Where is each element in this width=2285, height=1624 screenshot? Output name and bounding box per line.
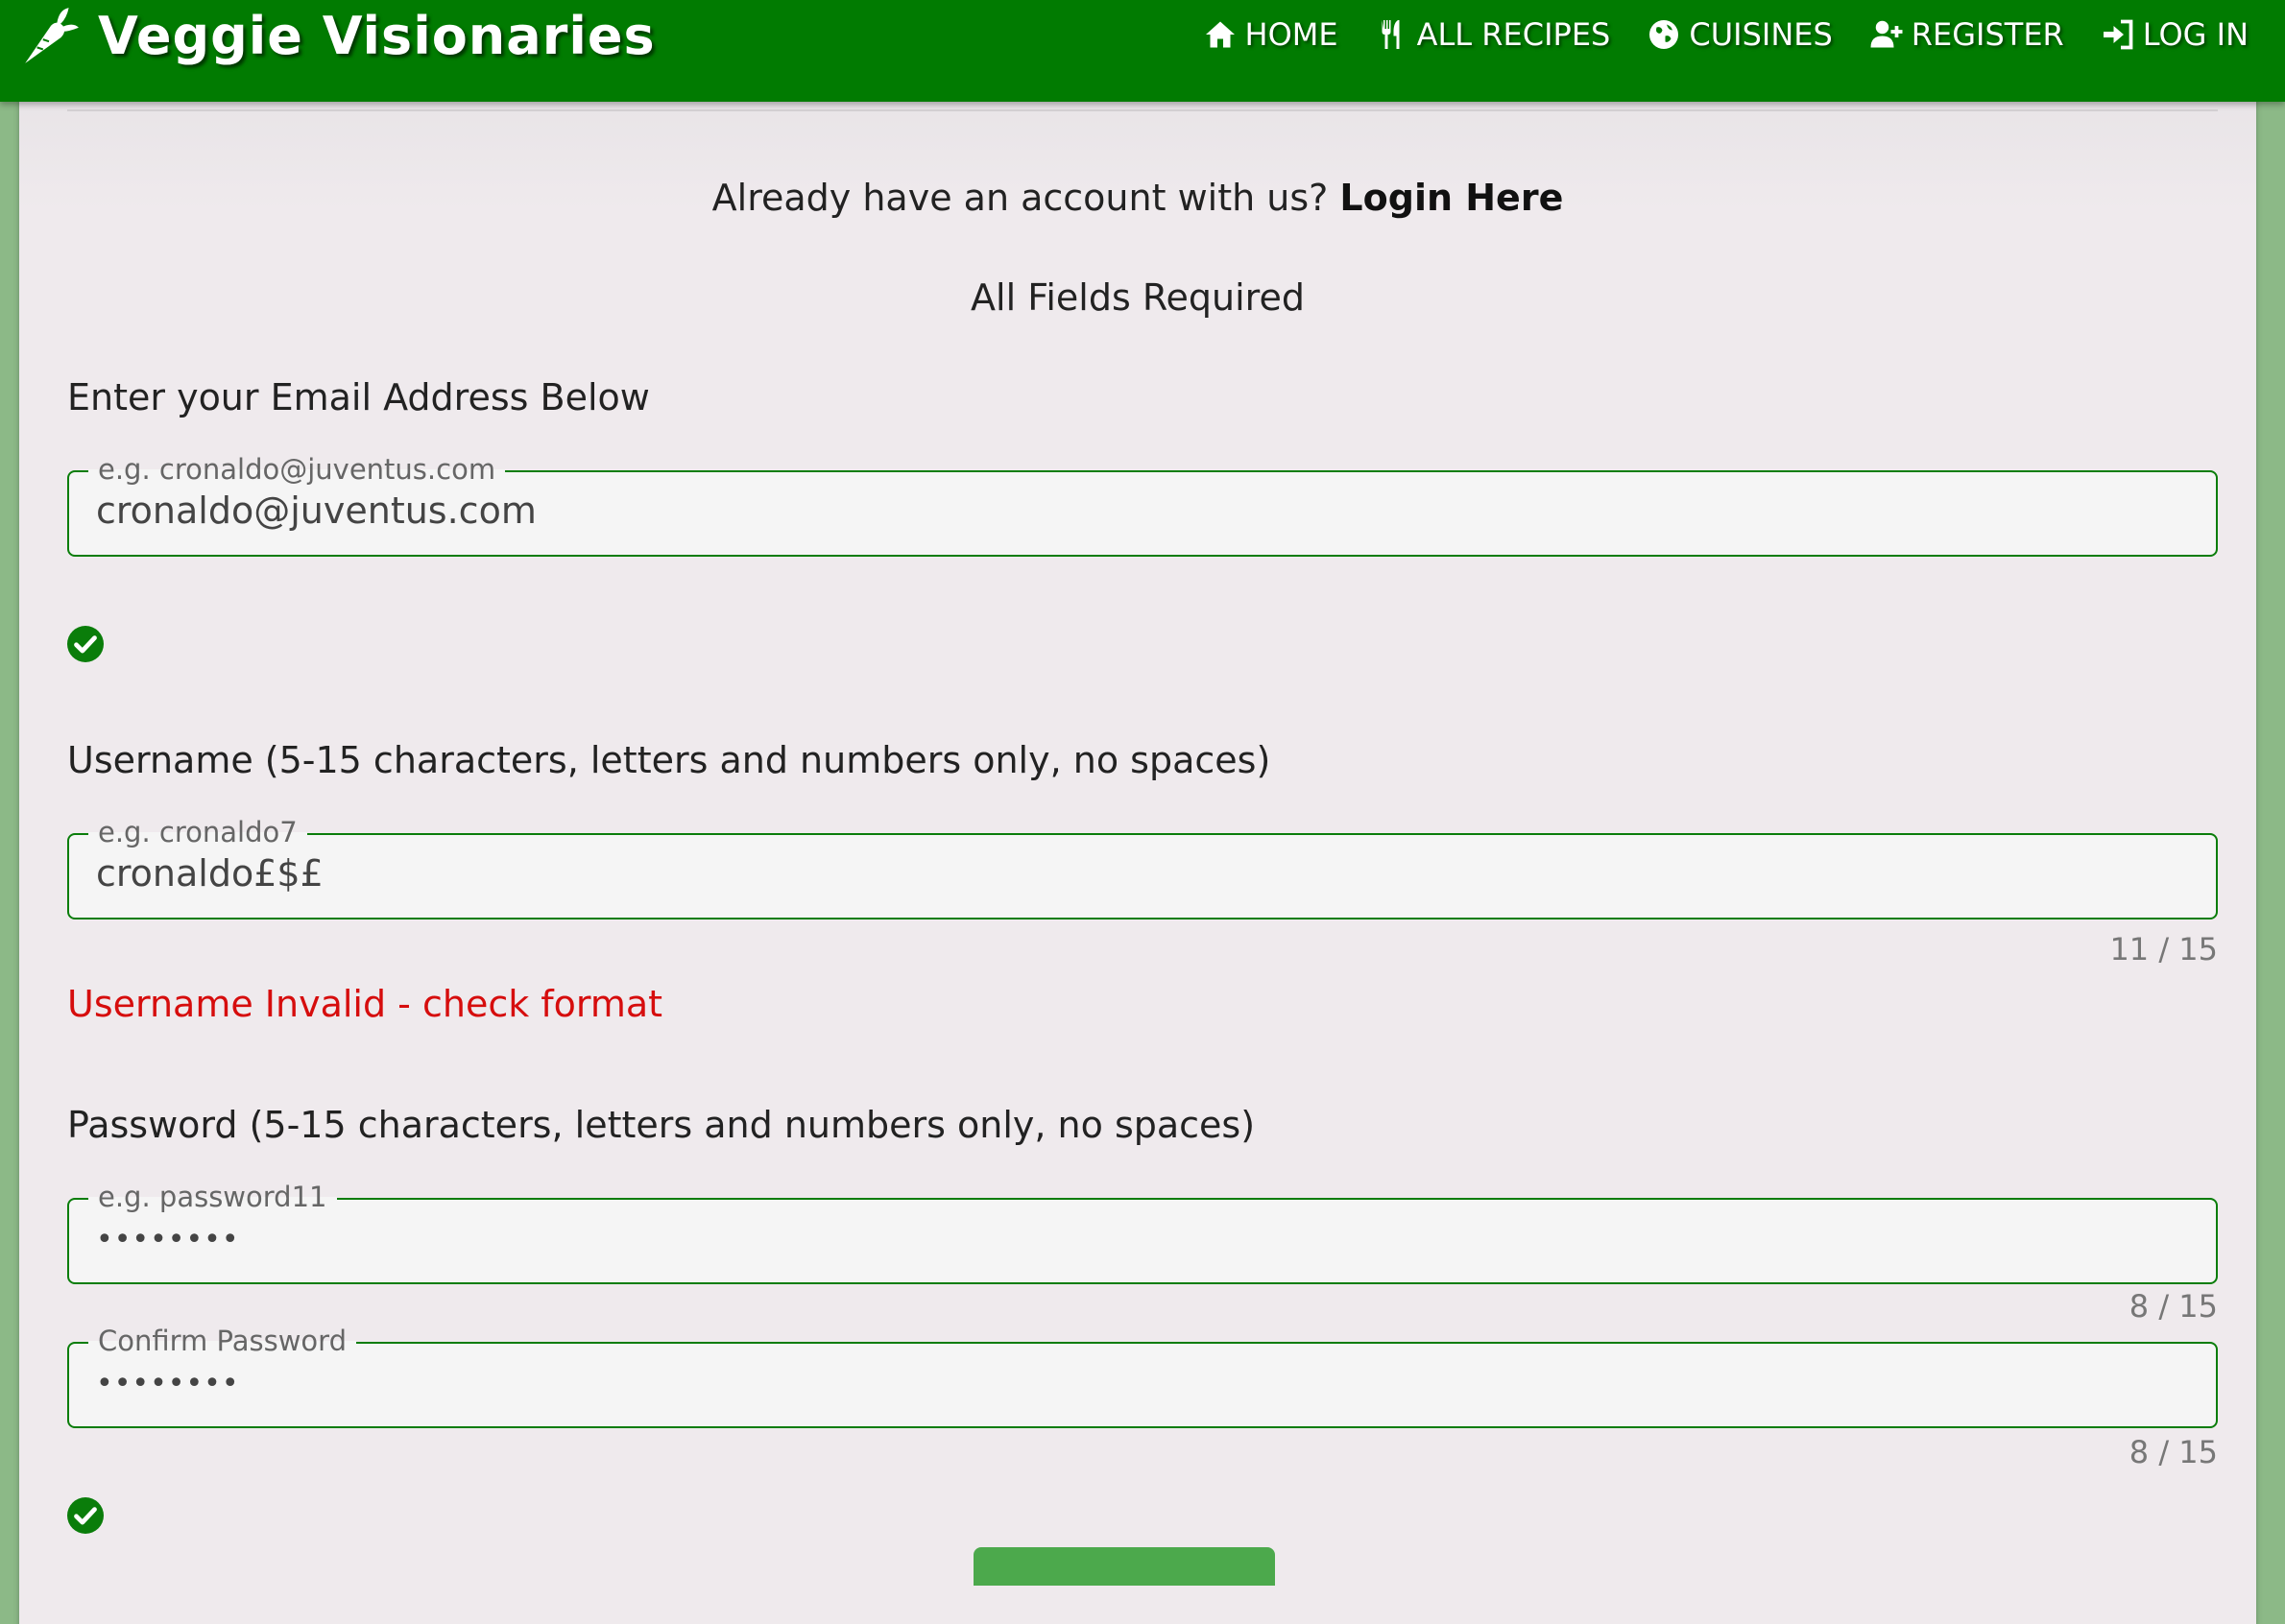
- password-value: ••••••••: [96, 1223, 240, 1256]
- confirm-password-placeholder: Confirm Password: [88, 1325, 356, 1357]
- email-value: cronaldo@juventus.com: [96, 490, 537, 532]
- nav-home-label: HOME: [1244, 16, 1338, 53]
- password-field[interactable]: e.g. password11 ••••••••: [67, 1181, 2218, 1284]
- carrot-icon: [25, 8, 79, 63]
- register-submit-button[interactable]: [974, 1547, 1275, 1586]
- utensils-icon: [1382, 20, 1400, 49]
- divider: [67, 109, 2218, 111]
- nav-all-recipes-label: ALL RECIPES: [1416, 16, 1611, 53]
- user-plus-icon: [1870, 20, 1903, 48]
- username-label: Username (5-15 characters, letters and n…: [67, 739, 1271, 781]
- nav-register[interactable]: REGISTER: [1869, 16, 2064, 53]
- nav-log-in[interactable]: LOG IN: [2101, 16, 2249, 53]
- username-char-counter: 11 / 15: [2109, 931, 2218, 967]
- confirm-password-value: ••••••••: [96, 1367, 240, 1400]
- navbar: Veggie Visionaries HOME ALL RECIPES CUIS…: [0, 0, 2285, 102]
- nav-home[interactable]: HOME: [1203, 16, 1338, 53]
- nav-log-in-label: LOG IN: [2142, 16, 2249, 53]
- nav-register-label: REGISTER: [1911, 16, 2064, 53]
- username-value: cronaldo£$£: [96, 852, 324, 895]
- home-icon: [1205, 21, 1235, 48]
- required-note: All Fields Required: [971, 276, 1305, 319]
- username-field[interactable]: e.g. cronaldo7 cronaldo£$£: [67, 816, 2218, 919]
- confirm-password-field[interactable]: Confirm Password ••••••••: [67, 1325, 2218, 1428]
- login-here-link[interactable]: Login Here: [1339, 177, 1563, 219]
- confirm-password-char-counter: 8 / 15: [2129, 1434, 2218, 1470]
- username-placeholder: e.g. cronaldo7: [88, 816, 307, 848]
- brand-logo[interactable]: Veggie Visionaries: [17, 0, 656, 71]
- email-placeholder: e.g. cronaldo@juventus.com: [88, 453, 506, 486]
- email-valid-check-icon: [67, 626, 104, 662]
- username-error: Username Invalid - check format: [67, 983, 663, 1025]
- login-prompt-text: Already have an account with us?: [711, 177, 1329, 219]
- password-label: Password (5-15 characters, letters and n…: [67, 1104, 1256, 1146]
- register-card: Already have an account with us? Login H…: [19, 58, 2256, 1624]
- nav-cuisines-label: CUISINES: [1689, 16, 1833, 53]
- password-placeholder: e.g. password11: [88, 1181, 337, 1213]
- nav-cuisines[interactable]: CUISINES: [1647, 16, 1833, 53]
- password-char-counter: 8 / 15: [2129, 1288, 2218, 1325]
- email-label: Enter your Email Address Below: [67, 376, 650, 418]
- email-field[interactable]: e.g. cronaldo@juventus.com cronaldo@juve…: [67, 453, 2218, 557]
- nav-all-recipes[interactable]: ALL RECIPES: [1375, 16, 1611, 53]
- nav-links: HOME ALL RECIPES CUISINES REGISTER LOG I…: [1167, 10, 2249, 60]
- login-prompt: Already have an account with us? Login H…: [19, 177, 2256, 219]
- password-match-check-icon: [67, 1497, 104, 1534]
- globe-icon: [1649, 20, 1679, 49]
- brand-name: Veggie Visionaries: [98, 5, 656, 66]
- sign-in-icon: [2103, 19, 2133, 50]
